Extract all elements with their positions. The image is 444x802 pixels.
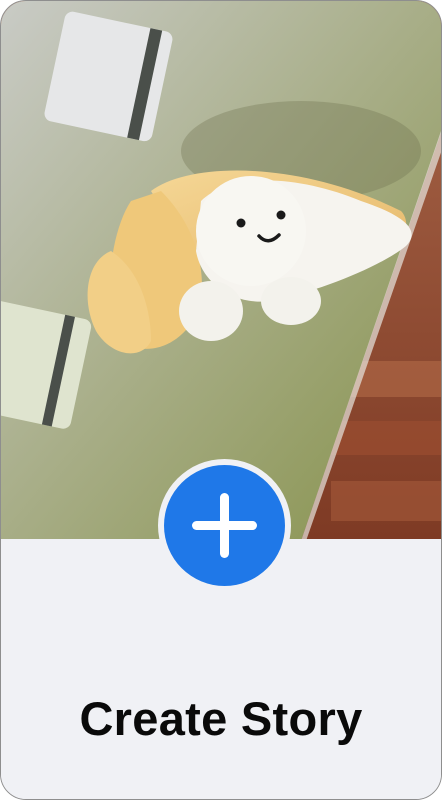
create-story-label: Create Story (79, 692, 363, 745)
create-story-card[interactable]: Create Story (0, 0, 442, 800)
create-story-plus-button[interactable] (164, 465, 285, 586)
plus-icon (192, 493, 257, 558)
story-thumbnail-image (1, 1, 441, 539)
thumbnail-illustration (1, 1, 441, 539)
